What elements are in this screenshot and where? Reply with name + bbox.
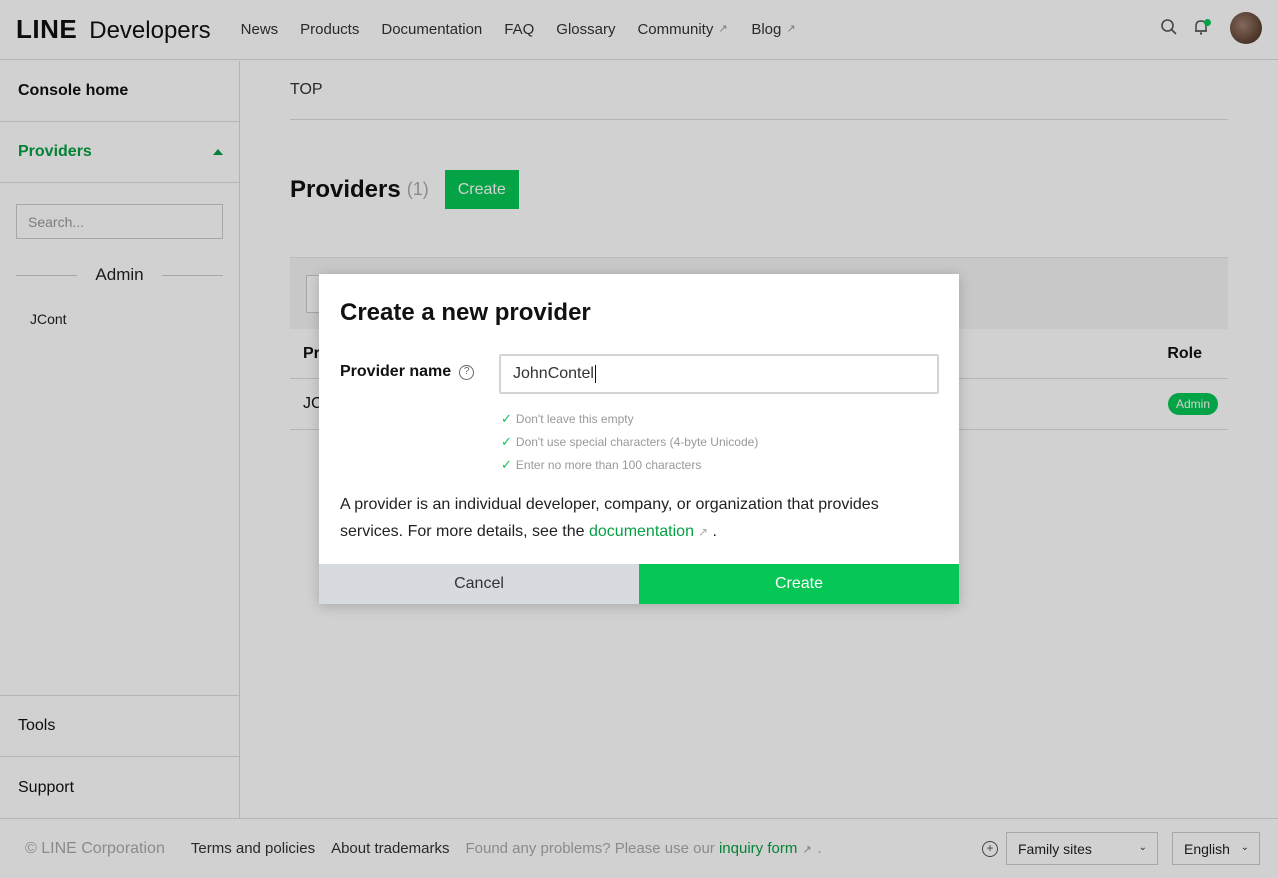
provider-name-value: JohnContel — [513, 365, 594, 382]
check-icon: ✓ — [501, 410, 512, 426]
provider-name-label: Provider name ? — [340, 363, 475, 381]
check-icon: ✓ — [501, 456, 512, 472]
create-button[interactable]: Create — [639, 564, 959, 604]
documentation-link[interactable]: documentation — [589, 523, 694, 540]
provider-name-input[interactable]: JohnContel — [499, 354, 939, 394]
help-icon[interactable]: ? — [459, 364, 475, 380]
dialog-description: A provider is an individual developer, c… — [340, 491, 940, 546]
provider-name-label-text: Provider name — [340, 363, 452, 380]
external-link-icon: ↗ — [697, 525, 709, 539]
cancel-button[interactable]: Cancel — [319, 564, 639, 604]
description-end: . — [712, 523, 717, 540]
validation-rule: ✓ Enter no more than 100 characters — [501, 456, 702, 472]
dialog-title: Create a new provider — [340, 299, 591, 326]
validation-rules: ✓ Don't leave this empty ✓ Don't use speci… — [501, 407, 758, 476]
validation-rule: ✓ Don't use special characters (4-byte Un… — [501, 433, 759, 449]
text-cursor — [594, 365, 596, 383]
validation-rule: ✓ Don't leave this empty — [501, 410, 634, 426]
create-provider-dialog: Create a new provider Provider name ? Jo… — [319, 274, 959, 604]
check-icon: ✓ — [501, 433, 512, 449]
